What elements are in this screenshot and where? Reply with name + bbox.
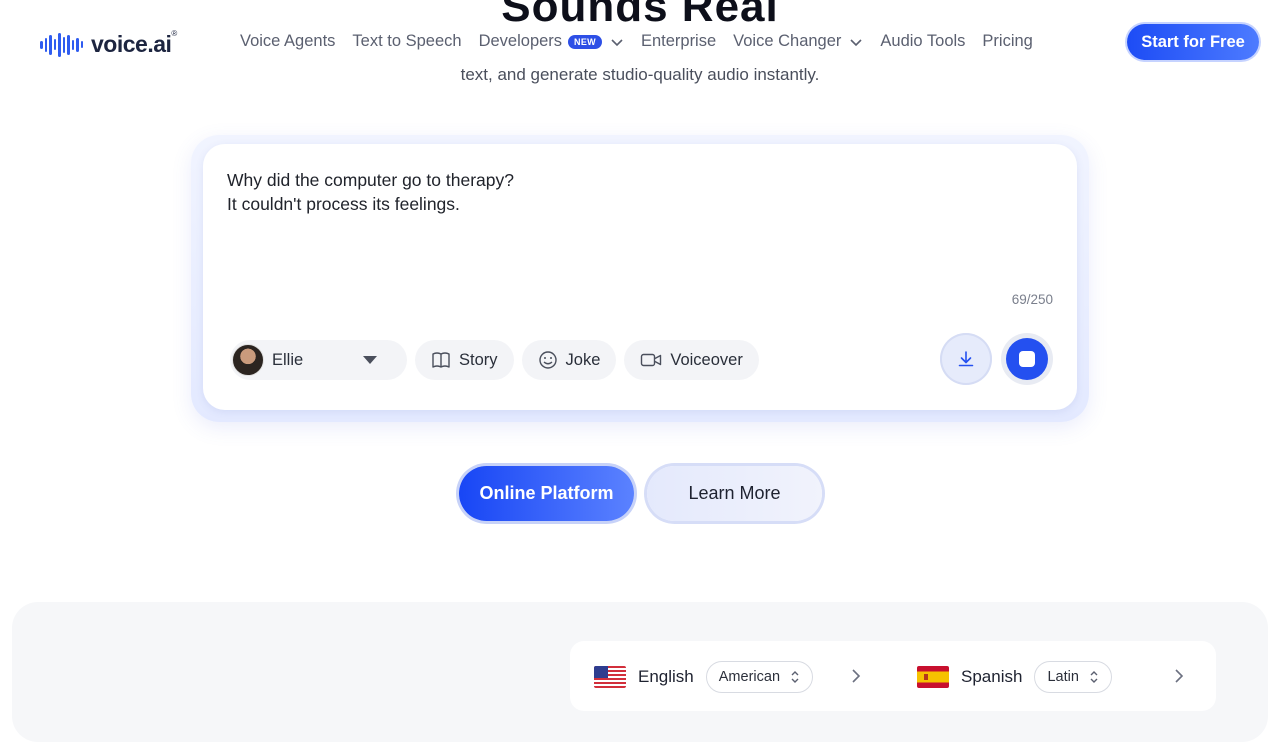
language-name: Spanish	[961, 667, 1023, 686]
download-button[interactable]	[940, 333, 992, 385]
prompt-textarea[interactable]: Why did the computer go to therapy? It c…	[227, 168, 514, 216]
chevron-right-icon[interactable]	[850, 668, 862, 684]
language-pair-card: English American Spanish Latin	[570, 641, 1216, 711]
updown-chevron-icon	[791, 671, 799, 683]
caret-down-icon	[363, 356, 377, 364]
dialect-selector[interactable]: Latin	[1034, 661, 1112, 693]
language-name: English	[638, 667, 694, 686]
video-camera-icon	[641, 353, 662, 367]
nav-text-to-speech[interactable]: Text to Speech	[352, 32, 461, 51]
nav-pricing[interactable]: Pricing	[982, 32, 1032, 51]
nav-voice-agents[interactable]: Voice Agents	[240, 32, 335, 51]
nav-enterprise[interactable]: Enterprise	[641, 32, 716, 51]
avatar	[232, 344, 264, 376]
chevron-down-icon	[611, 38, 623, 46]
nav-developers[interactable]: Developers NEW	[479, 32, 624, 51]
preset-story-button[interactable]: Story	[415, 340, 514, 380]
nav-voice-changer[interactable]: Voice Changer	[733, 32, 863, 51]
waveform-icon	[40, 32, 83, 57]
new-badge: NEW	[568, 34, 602, 49]
book-icon	[432, 352, 450, 368]
voice-selector[interactable]: Ellie	[230, 340, 407, 380]
preset-voiceover-label: Voiceover	[670, 350, 743, 369]
chevron-down-icon	[850, 38, 862, 46]
prompt-line-1: Why did the computer go to therapy?	[227, 170, 514, 190]
start-for-free-button[interactable]: Start for Free	[1127, 24, 1259, 60]
preset-voiceover-button[interactable]: Voiceover	[624, 340, 759, 380]
es-flag-icon	[917, 666, 949, 688]
text-editor-card: Why did the computer go to therapy? It c…	[203, 144, 1077, 410]
smile-icon	[538, 351, 557, 369]
logo[interactable]: voice.ai®	[40, 29, 177, 58]
logo-text: voice.ai®	[91, 29, 177, 57]
prompt-line-2: It couldn't process its feelings.	[227, 194, 460, 214]
preset-joke-button[interactable]: Joke	[521, 340, 617, 380]
site-header: voice.ai® Voice Agents Text to Speech De…	[0, 18, 1280, 68]
hero-subtitle: text, and generate studio-quality audio …	[460, 65, 820, 84]
chevron-right-icon[interactable]	[1173, 668, 1185, 684]
learn-more-button[interactable]: Learn More	[647, 466, 822, 521]
character-counter: 69/250	[1011, 292, 1053, 307]
target-language: Spanish Latin	[917, 661, 1112, 693]
stop-icon	[1006, 338, 1048, 380]
download-icon	[958, 351, 974, 367]
preset-story-label: Story	[459, 350, 498, 369]
preset-joke-label: Joke	[565, 350, 601, 369]
dialect-selector[interactable]: American	[705, 661, 814, 693]
us-flag-icon	[594, 666, 626, 688]
updown-chevron-icon	[1090, 671, 1098, 683]
source-language: English American	[594, 661, 814, 693]
voice-name: Ellie	[272, 350, 304, 369]
stop-playback-button[interactable]	[1001, 333, 1053, 385]
editor-controls: Ellie Story Joke Voiceover	[230, 340, 759, 380]
online-platform-button[interactable]: Online Platform	[459, 466, 634, 521]
nav-audio-tools[interactable]: Audio Tools	[880, 32, 965, 51]
main-nav: Voice Agents Text to Speech Developers N…	[240, 32, 1050, 51]
